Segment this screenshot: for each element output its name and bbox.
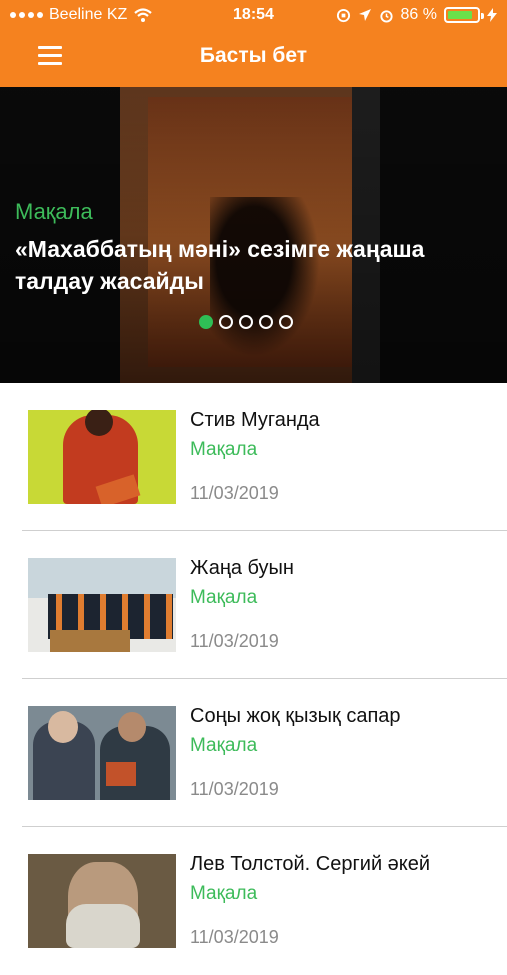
article-title: Лев Толстой. Сергий әкей bbox=[190, 853, 431, 875]
nav-bar: Басты бет bbox=[0, 30, 507, 87]
article-category: Мақала bbox=[190, 587, 258, 608]
top-bar: Beeline KZ 18:54 86 % Басты бет bbox=[0, 0, 507, 87]
article-thumbnail bbox=[28, 854, 176, 948]
featured-title[interactable]: «Махаббатың мәні» сезімге жаңаша талдау … bbox=[15, 233, 495, 297]
battery-icon bbox=[444, 7, 484, 23]
carousel-dot[interactable] bbox=[259, 315, 273, 329]
carousel-dot[interactable] bbox=[279, 315, 293, 329]
carousel-dot[interactable] bbox=[199, 315, 213, 329]
charging-icon bbox=[487, 8, 497, 22]
article-category: Мақала bbox=[190, 735, 258, 756]
article-title: Жаңа буын bbox=[190, 557, 294, 579]
article-item[interactable]: Соңы жоқ қызық сапар Мақала 11/03/2019 bbox=[0, 679, 507, 827]
rotation-lock-icon bbox=[336, 8, 350, 22]
battery-percent: 86 % bbox=[400, 6, 437, 23]
article-item[interactable]: Стив Муганда Мақала 11/03/2019 bbox=[0, 383, 507, 531]
article-item[interactable]: Лев Толстой. Сергий әкей Мақала 11/03/20… bbox=[0, 827, 507, 975]
article-thumbnail bbox=[28, 410, 176, 504]
article-category: Мақала bbox=[190, 439, 258, 460]
location-icon bbox=[358, 9, 371, 21]
status-right: 86 % bbox=[336, 6, 497, 24]
page-title: Басты бет bbox=[199, 44, 308, 67]
article-item[interactable]: Жаңа буын Мақала 11/03/2019 bbox=[0, 531, 507, 679]
article-date: 11/03/2019 bbox=[190, 483, 279, 503]
article-date: 11/03/2019 bbox=[190, 927, 279, 947]
article-date: 11/03/2019 bbox=[190, 779, 279, 799]
featured-carousel[interactable]: Мақала «Махаббатың мәні» сезімге жаңаша … bbox=[0, 87, 507, 383]
article-date: 11/03/2019 bbox=[190, 631, 279, 651]
alarm-icon bbox=[379, 9, 393, 23]
carousel-dot[interactable] bbox=[239, 315, 253, 329]
article-thumbnail bbox=[28, 558, 176, 652]
status-bar: Beeline KZ 18:54 86 % bbox=[0, 0, 507, 30]
featured-category: Мақала bbox=[15, 199, 93, 224]
article-title: Стив Муганда bbox=[190, 409, 320, 431]
article-thumbnail bbox=[28, 706, 176, 800]
article-category: Мақала bbox=[190, 883, 258, 904]
carousel-dot[interactable] bbox=[219, 315, 233, 329]
article-list: Стив Муганда Мақала 11/03/2019 Жаңа буын… bbox=[0, 383, 507, 975]
article-title: Соңы жоқ қызық сапар bbox=[190, 705, 401, 727]
carousel-page-indicator bbox=[199, 315, 293, 329]
